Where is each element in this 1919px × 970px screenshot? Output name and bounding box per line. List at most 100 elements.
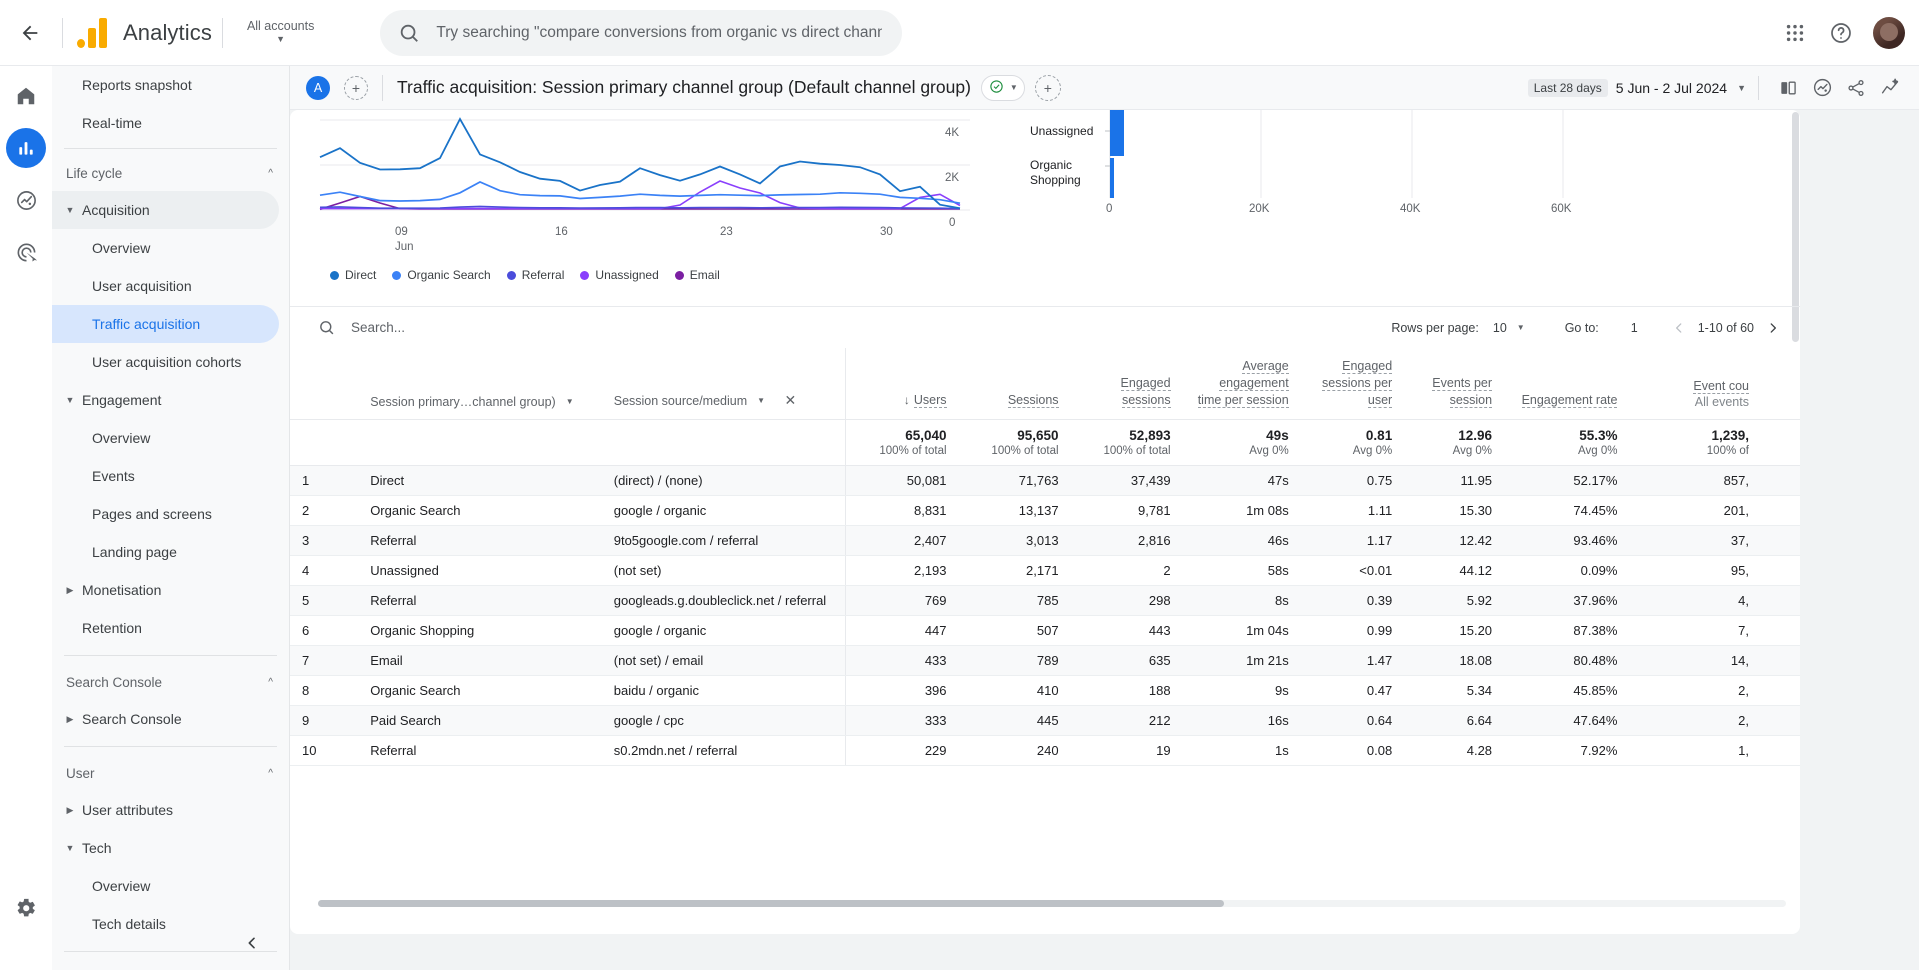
table-row[interactable]: 9 Paid Search google / cpc 333 445 212 16s 0.64…	[290, 705, 1800, 736]
row-source-medium[interactable]: google / organic	[601, 495, 846, 526]
compare-icon[interactable]	[1771, 71, 1805, 105]
header-metric-avg-engagement-time[interactable]: Average engagement time per session	[1182, 348, 1301, 420]
chevron-down-icon[interactable]: ▼	[757, 396, 765, 405]
sidebar-group-search-console[interactable]: ▶ Search Console	[52, 700, 279, 738]
sidebar-group-acquisition[interactable]: ▼ Acquisition	[52, 191, 279, 229]
row-source-medium[interactable]: google / cpc	[601, 705, 846, 736]
explore-icon[interactable]	[6, 180, 46, 220]
dimension-chip[interactable]: Session source/medium ▼	[614, 394, 765, 408]
chevron-left-icon[interactable]	[1666, 315, 1692, 341]
sidebar-section-user[interactable]: User ^	[52, 755, 289, 791]
property-chip[interactable]: A	[306, 75, 330, 100]
insights-icon[interactable]	[1805, 71, 1839, 105]
back-arrow-icon[interactable]	[8, 11, 52, 55]
table-row[interactable]: 3 Referral 9to5google.com / referral 2,407 3…	[290, 525, 1800, 556]
table-row[interactable]: 4 Unassigned (not set) 2,193 2,171 2 58s <0.01 4…	[290, 555, 1800, 586]
row-source-medium[interactable]: s0.2mdn.net / referral	[601, 735, 846, 766]
gear-icon[interactable]	[6, 888, 46, 928]
apps-grid-icon[interactable]	[1775, 13, 1815, 53]
chevron-right-icon[interactable]	[1760, 315, 1786, 341]
header-dimension-source-medium[interactable]: Session source/medium ▼ ✕	[601, 348, 846, 420]
chevron-down-icon[interactable]: ▼	[566, 397, 574, 406]
close-icon[interactable]: ✕	[785, 392, 797, 408]
legend-item-direct[interactable]: Direct	[330, 268, 376, 282]
row-source-medium[interactable]: googleads.g.doubleclick.net / referral	[601, 585, 846, 616]
sidebar-item-events[interactable]: Events	[52, 457, 279, 495]
sidebar-section-life-cycle[interactable]: Life cycle ^	[52, 155, 289, 191]
row-channel-group[interactable]: Referral	[358, 735, 602, 766]
help-icon[interactable]	[1821, 13, 1861, 53]
header-metric-events-per-session[interactable]: Events per session	[1404, 348, 1505, 420]
sidebar-item-pages-and-screens[interactable]: Pages and screens	[52, 495, 279, 533]
home-icon[interactable]	[6, 76, 46, 116]
header-metric-event-count[interactable]: Event cou All events	[1629, 348, 1761, 420]
row-channel-group[interactable]: Organic Search	[358, 675, 602, 706]
row-channel-group[interactable]: Paid Search	[358, 705, 602, 736]
row-channel-group[interactable]: Direct	[358, 465, 602, 496]
report-status-pill[interactable]: ▼	[980, 74, 1025, 101]
row-source-medium[interactable]: (direct) / (none)	[601, 465, 846, 496]
table-row[interactable]: 7 Email (not set) / email 433 789 635 1m 21s 1.…	[290, 645, 1800, 676]
row-source-medium[interactable]: 9to5google.com / referral	[601, 525, 846, 556]
table-horizontal-scrollbar[interactable]	[318, 900, 1786, 907]
global-search[interactable]	[380, 9, 903, 56]
row-channel-group[interactable]: Unassigned	[358, 555, 602, 586]
add-comparison-icon[interactable]: +	[344, 75, 368, 100]
sidebar-item-real-time[interactable]: Real-time	[52, 104, 279, 142]
sidebar-group-engagement[interactable]: ▼ Engagement	[52, 381, 279, 419]
sidebar-section-search-console[interactable]: Search Console ^	[52, 664, 289, 700]
avatar[interactable]	[1873, 16, 1905, 49]
sidebar-item-user-acquisition[interactable]: User acquisition	[52, 267, 279, 305]
sidebar-item-tech-overview[interactable]: Overview	[52, 867, 279, 905]
table-row[interactable]: 5 Referral googleads.g.doubleclick.net / r…	[290, 585, 1800, 616]
sidebar-item-landing-page[interactable]: Landing page	[52, 533, 279, 571]
search-input[interactable]	[434, 22, 885, 43]
collapse-sidebar-icon[interactable]	[235, 926, 269, 960]
header-metric-engaged-sessions[interactable]: Engaged sessions	[1070, 348, 1183, 420]
row-channel-group[interactable]: Referral	[358, 525, 602, 556]
date-range-picker[interactable]: 5 Jun - 2 Jul 2024	[1616, 80, 1727, 96]
reports-bar-chart-icon[interactable]	[6, 128, 46, 168]
row-channel-group[interactable]: Organic Search	[358, 495, 602, 526]
table-search-input[interactable]	[349, 319, 1329, 336]
scrollbar-thumb[interactable]	[318, 900, 1224, 907]
add-filter-icon[interactable]: +	[1034, 74, 1061, 101]
header-metric-engaged-sessions-per-user[interactable]: Engaged sessions per user	[1300, 348, 1405, 420]
chevron-down-icon[interactable]: ▼	[1517, 323, 1525, 332]
row-source-medium[interactable]: baidu / organic	[601, 675, 846, 706]
legend-item-referral[interactable]: Referral	[506, 268, 564, 282]
users-by-channel-bar-chart[interactable]: Unassigned Organic Shopping 0 20K 40K 60…	[1020, 110, 1780, 286]
chevron-down-icon[interactable]: ▼	[1737, 83, 1746, 93]
rows-per-page-value[interactable]: 10	[1493, 321, 1507, 335]
sidebar-item-engagement-overview[interactable]: Overview	[52, 419, 279, 457]
dimension-chip[interactable]: Session primary…channel group) ▼	[370, 395, 573, 409]
header-dimension-channel-group[interactable]: Session primary…channel group) ▼	[358, 348, 602, 420]
sidebar-group-user-attributes[interactable]: ▶ User attributes	[52, 791, 279, 829]
sidebar-item-retention[interactable]: Retention	[52, 609, 279, 647]
row-channel-group[interactable]: Email	[358, 645, 602, 676]
legend-item-email[interactable]: Email	[674, 268, 720, 282]
sidebar-item-acquisition-overview[interactable]: Overview	[52, 229, 279, 267]
account-selector[interactable]: All accounts ▼	[247, 19, 314, 45]
table-row[interactable]: 10 Referral s0.2mdn.net / referral 229 240 19…	[290, 735, 1800, 766]
legend-item-organic-search[interactable]: Organic Search	[392, 268, 491, 282]
sidebar-item-user-acquisition-cohorts[interactable]: User acquisition cohorts	[52, 343, 279, 381]
sidebar-item-traffic-acquisition[interactable]: Traffic acquisition	[52, 305, 279, 343]
goto-value[interactable]: 1	[1631, 321, 1638, 335]
table-row[interactable]: 8 Organic Search baidu / organic 396 410 188 9…	[290, 675, 1800, 706]
legend-item-unassigned[interactable]: Unassigned	[580, 268, 659, 282]
row-channel-group[interactable]: Referral	[358, 585, 602, 616]
table-row[interactable]: 6 Organic Shopping google / organic 447 507 4…	[290, 615, 1800, 646]
advertising-icon[interactable]	[6, 232, 46, 272]
table-row[interactable]: 2 Organic Search google / organic 8,831 13,1…	[290, 495, 1800, 526]
users-over-time-line-chart[interactable]: 4K 2K 0 09 Jun 16 23 30 Direct Organic S…	[300, 110, 1000, 290]
row-channel-group[interactable]: Organic Shopping	[358, 615, 602, 646]
edit-trend-icon[interactable]	[1873, 71, 1907, 105]
sidebar-group-monetisation[interactable]: ▶ Monetisation	[52, 571, 279, 609]
table-row[interactable]: 1 Direct (direct) / (none) 50,081 71,763 37,4…	[290, 465, 1800, 496]
sidebar-item-reports-snapshot[interactable]: Reports snapshot	[52, 66, 279, 104]
row-source-medium[interactable]: google / organic	[601, 615, 846, 646]
header-metric-users[interactable]: ↓ Users	[844, 348, 959, 420]
row-source-medium[interactable]: (not set)	[601, 555, 846, 586]
header-metric-engagement-rate[interactable]: Engagement rate	[1504, 348, 1630, 420]
